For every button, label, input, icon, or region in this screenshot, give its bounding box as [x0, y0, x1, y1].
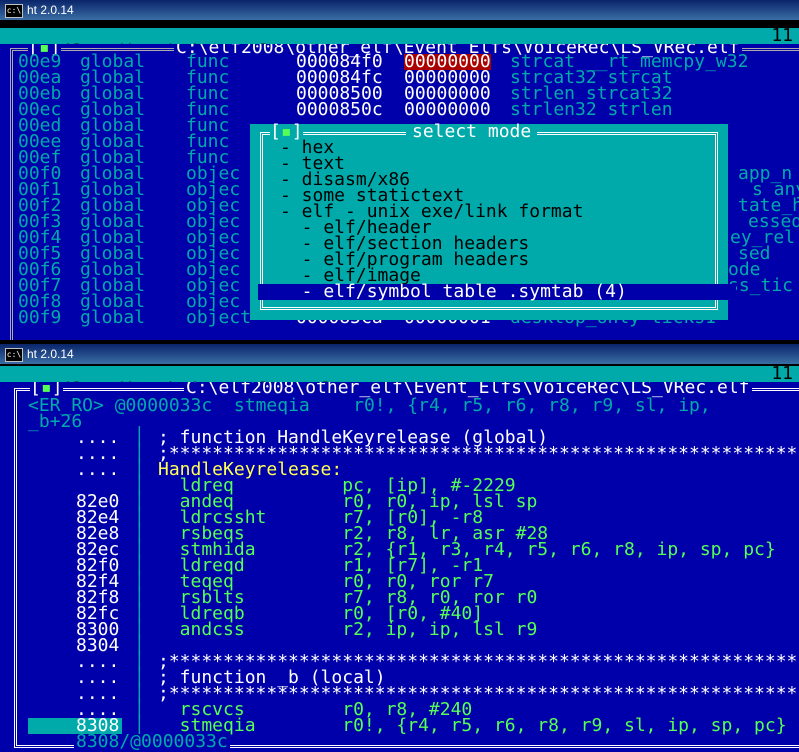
- symbol-index: 00f9: [18, 307, 62, 328]
- menu-bar: FileEditWindowsHelpAnalyser 11: [0, 363, 799, 399]
- symbol-name: strlen32 strlen: [510, 99, 673, 120]
- symbol-binding: global: [80, 307, 146, 328]
- symbol-type: object: [186, 307, 252, 328]
- dialog-title: select mode: [406, 123, 538, 141]
- instruction: stmeqia r0!, {r4, r5, r6, r8, r9, sl, ip…: [158, 715, 787, 736]
- symbol-name: ss_tic: [728, 275, 794, 296]
- disasm-address: ....: [76, 459, 120, 480]
- console-icon: c:\: [5, 348, 23, 362]
- status-position: 8308/@0000033c: [74, 731, 230, 752]
- xref-line: <ER_RO> @0000033c stmeqia r0!, {r4, r5, …: [28, 395, 711, 416]
- window-number: 11: [771, 363, 793, 384]
- mode-item[interactable]: - elf/symbol table .symtab (4): [258, 283, 736, 301]
- console-icon: c:\: [5, 4, 23, 18]
- window-title: ht 2.0.14: [27, 3, 74, 17]
- menu-bar: FileEditWindowsHelp 11: [0, 25, 799, 61]
- window-ht-symtab[interactable]: c:\ ht 2.0.14 FileEditWindowsHelp 11 [▪]…: [0, 0, 799, 340]
- symtab-view[interactable]: [▪] C:\elf2008\other_elf\Event_Elfs\Voic…: [0, 44, 799, 340]
- disasm-view[interactable]: [▪] C:\elf2008\other_elf\Event_Elfs\Voic…: [0, 382, 799, 752]
- xref-line-cont: _b+26: [28, 411, 83, 432]
- symbol-size: 00000000: [404, 99, 491, 120]
- instruction: andcss r2, ip, ip, lsl r9: [158, 619, 538, 640]
- window-title: ht 2.0.14: [27, 347, 74, 361]
- window-titlebar[interactable]: c:\ ht 2.0.14: [0, 344, 799, 364]
- select-mode-dialog[interactable]: [▪] select mode - hex - text - disasm/x86-…: [250, 123, 736, 320]
- window-number: 11: [771, 25, 793, 46]
- symbol-address: 0000850c: [296, 99, 383, 120]
- window-ht-disasm[interactable]: c:\ ht 2.0.14 FileEditWindowsHelpAnalyse…: [0, 344, 799, 752]
- window-titlebar[interactable]: c:\ ht 2.0.14: [0, 0, 799, 20]
- file-path: C:\elf2008\other_elf\Event_Elfs\VoiceRec…: [184, 382, 752, 398]
- frame-close-icon[interactable]: [▪]: [30, 382, 63, 397]
